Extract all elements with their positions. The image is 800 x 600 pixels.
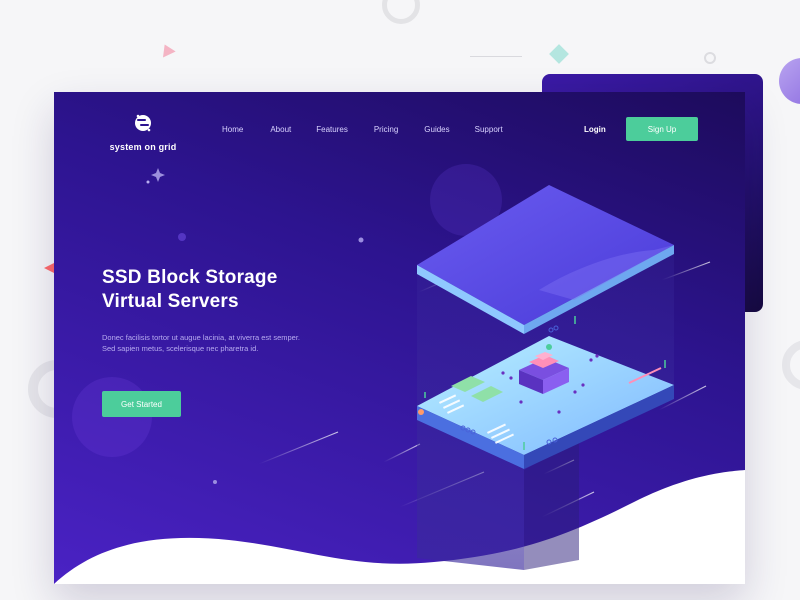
nav-item-pricing[interactable]: Pricing <box>374 125 398 134</box>
main-nav: Home About Features Pricing Guides Suppo… <box>222 125 525 134</box>
hero-section: system on grid Home About Features Prici… <box>54 92 745 584</box>
decorative-small-ring <box>704 52 716 64</box>
nav-item-home[interactable]: Home <box>222 125 243 134</box>
nav-item-support[interactable]: Support <box>475 125 503 134</box>
decorative-diamond <box>549 44 569 64</box>
headline-line-1: SSD Block Storage <box>102 267 278 288</box>
decorative-ring <box>382 0 420 24</box>
grid-globe-icon <box>135 114 151 132</box>
nav-item-about[interactable]: About <box>270 125 291 134</box>
brand-name: system on grid <box>109 142 177 152</box>
nav-item-features[interactable]: Features <box>316 125 348 134</box>
hero-headline: SSD Block Storage Virtual Servers <box>102 266 278 314</box>
get-started-button[interactable]: Get Started <box>102 391 181 417</box>
description-line-2: Sed sapien metus, scelerisque nec pharet… <box>102 344 259 353</box>
login-link[interactable]: Login <box>584 125 606 134</box>
hero-description: Donec facilisis tortor ut augue lacinia,… <box>102 332 332 354</box>
headline-line-2: Virtual Servers <box>102 291 239 312</box>
decorative-ring-right <box>782 340 800 390</box>
decorative-red-triangle <box>44 263 54 273</box>
nav-item-guides[interactable]: Guides <box>424 125 449 134</box>
decorative-triangle <box>158 41 176 58</box>
decorative-line <box>470 56 522 57</box>
signup-button[interactable]: Sign Up <box>626 117 698 141</box>
brand-logo[interactable]: system on grid <box>98 112 188 155</box>
description-line-1: Donec facilisis tortor ut augue lacinia,… <box>102 333 301 342</box>
decorative-circle <box>779 58 800 104</box>
server-illustration <box>417 185 674 570</box>
